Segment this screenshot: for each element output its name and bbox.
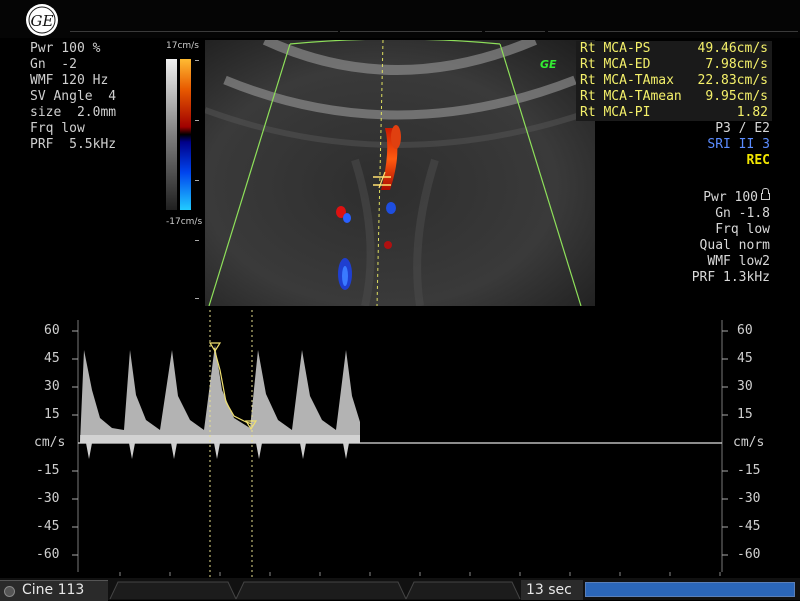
cine-progress-fill [586, 583, 794, 596]
measurement-label: Rt MCA-TAmax [580, 73, 674, 88]
measurements-panel: Rt MCA-PS 49.46cm/s Rt MCA-ED 7.98cm/s R… [576, 41, 772, 121]
axis-tick-right: -45 [737, 519, 761, 534]
cine-label: Cine 113 [22, 582, 85, 598]
measurement-label: Rt MCA-PI [580, 105, 651, 120]
doppler-spectrum[interactable] [0, 310, 800, 578]
measurement-row: Rt MCA-TAmean 9.95cm/s [576, 89, 772, 105]
param-prf: PRF 5.5kHz [30, 137, 117, 152]
cine-progress-bar[interactable] [585, 582, 795, 597]
color-parameters: Pwr 100 Gn -1.8 Frq low Qual norm WMF lo… [691, 188, 770, 286]
param-power: Pwr 100 % [30, 41, 101, 56]
axis-tick-left: 30 [44, 379, 60, 394]
param-wmf: WMF 120 Hz [30, 73, 109, 88]
color-param-power: Pwr 100 [703, 190, 758, 205]
axis-unit-left: cm/s [34, 435, 66, 450]
top-status-bar [0, 0, 800, 38]
cine-indicator-icon [4, 586, 15, 597]
doppler-parameters: Pwr 100 % Gn -2 WMF 120 Hz SV Angle 4 si… [30, 41, 116, 153]
axis-tick-left: -15 [36, 463, 60, 478]
axis-tick-right: 45 [737, 351, 753, 366]
measurement-value: 49.46cm/s [697, 41, 768, 56]
axis-tick-left: -30 [36, 491, 60, 506]
measurement-label: Rt MCA-TAmean [580, 89, 682, 104]
axis-tick-left: 45 [44, 351, 60, 366]
top-bar-segment [340, 3, 482, 32]
measurement-value: 22.83cm/s [697, 73, 768, 88]
measurement-row: Rt MCA-PS 49.46cm/s [576, 41, 772, 57]
measurement-row: Rt MCA-ED 7.98cm/s [576, 57, 772, 73]
color-param-frequency: Frq low [715, 222, 770, 237]
param-frequency: Frq low [30, 121, 85, 136]
grayscale-bar [166, 59, 177, 210]
axis-tick-right: 15 [737, 407, 753, 422]
ge-badge: GE [540, 58, 557, 71]
axis-tick-right: 30 [737, 379, 753, 394]
top-bar-segment [485, 3, 545, 32]
depth-scale [195, 60, 199, 300]
axis-tick-left: 60 [44, 323, 60, 338]
cine-button[interactable]: Cine 113 [0, 580, 108, 601]
measurement-label: Rt MCA-ED [580, 57, 651, 72]
top-bar-segment [70, 3, 338, 32]
cine-duration: 13 sec [521, 580, 583, 600]
measurement-value: 9.95cm/s [705, 89, 768, 104]
param-size: size 2.0mm [30, 105, 117, 120]
color-param-wmf: WMF low2 [707, 254, 770, 269]
axis-tick-right: -30 [737, 491, 761, 506]
rec-indicator[interactable]: REC [707, 153, 770, 169]
color-param-gain: Gn -1.8 [715, 206, 770, 221]
color-doppler-image[interactable] [205, 40, 595, 306]
axis-tick-right: -15 [737, 463, 761, 478]
color-param-row: Pwr 100 [692, 188, 770, 206]
svg-text:GE: GE [31, 12, 54, 30]
measurement-row: Rt MCA-PI 1.82 [576, 105, 772, 121]
measurement-label: Rt MCA-PS [580, 41, 651, 56]
axis-tick-right: 60 [737, 323, 753, 338]
ge-logo-icon: GE [26, 4, 58, 36]
axis-tick-left: -45 [36, 519, 60, 534]
color-velocity-bar [180, 59, 191, 210]
axis-tick-left: 15 [44, 407, 60, 422]
param-sv-angle: SV Angle 4 [30, 89, 117, 104]
axis-tick-right: -60 [737, 547, 761, 562]
measurement-value: 1.82 [736, 105, 768, 120]
measurement-row: Rt MCA-TAmax 22.83cm/s [576, 73, 772, 89]
color-param-prf: PRF 1.3kHz [691, 270, 770, 285]
sri-label: SRI II 3 [707, 137, 770, 152]
probe-label: P3 / E2 [715, 121, 770, 136]
axis-unit-right: cm/s [733, 435, 765, 450]
lock-icon [761, 188, 770, 200]
top-bar-segment [548, 3, 798, 32]
color-param-quality: Qual norm [699, 238, 770, 253]
axis-tick-left: -60 [36, 547, 60, 562]
probe-info: P3 / E2 SRI II 3 REC [707, 121, 770, 169]
param-gain: Gn -2 [30, 57, 77, 72]
colorbar-top-label: 17cm/s [166, 41, 199, 51]
measurement-value: 7.98cm/s [705, 57, 768, 72]
